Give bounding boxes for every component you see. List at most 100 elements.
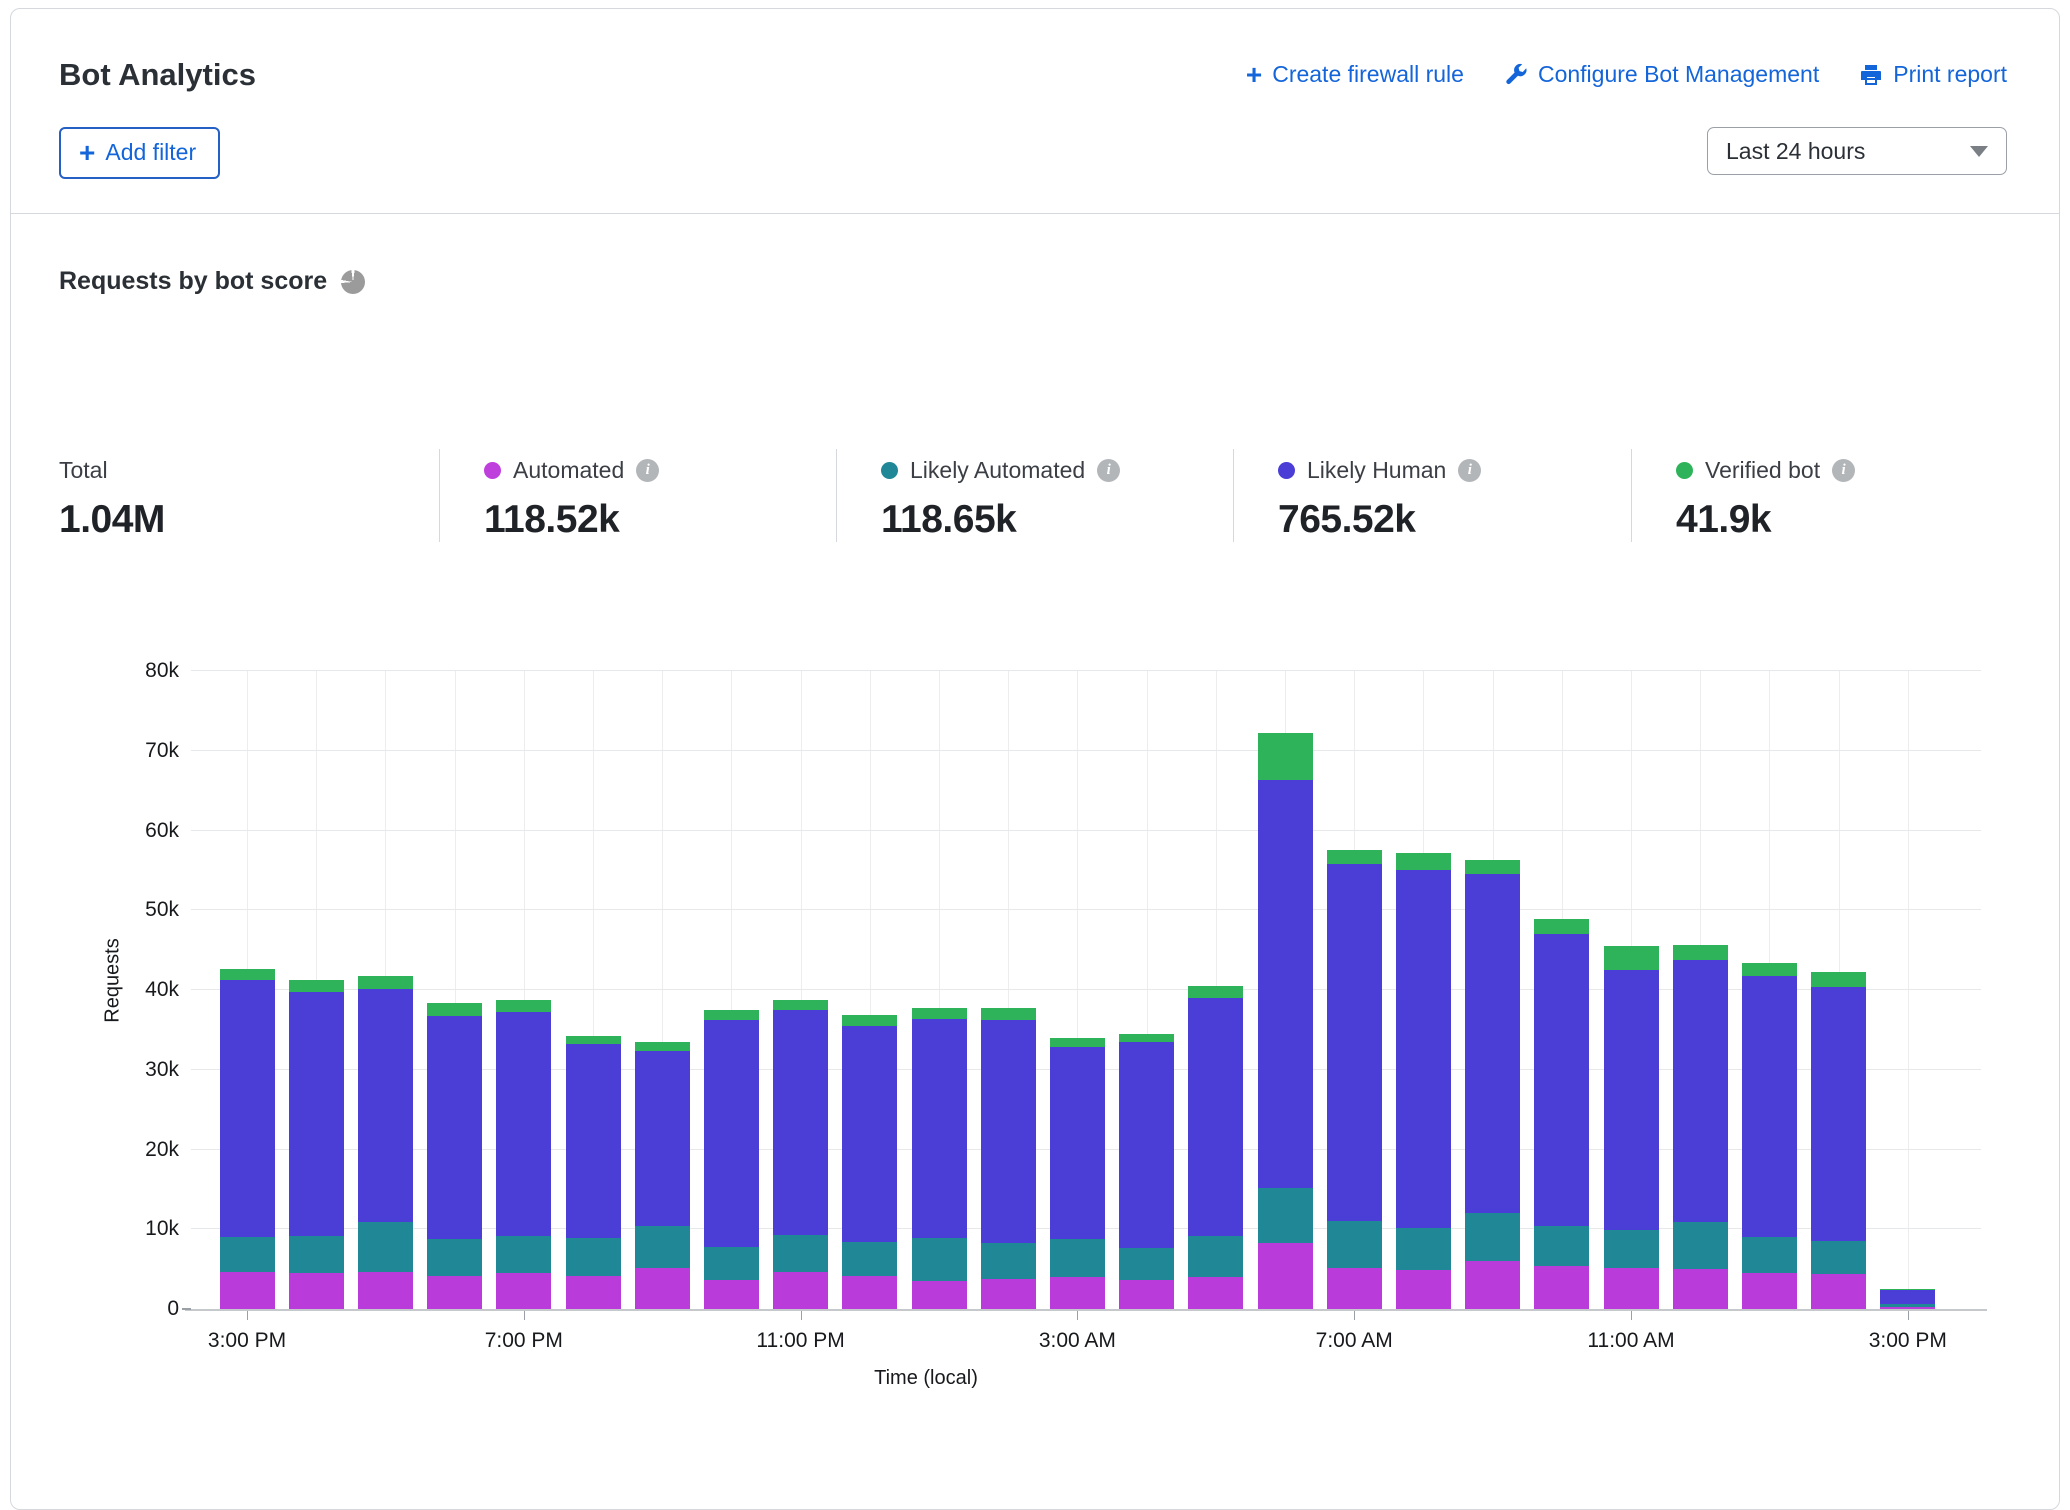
bar-segment-likely-human[interactable] xyxy=(1673,960,1728,1222)
bar-segment-likely-automated[interactable] xyxy=(1534,1226,1589,1266)
bar-segment-automated[interactable] xyxy=(842,1276,897,1309)
bar-segment-verified-bot[interactable] xyxy=(704,1010,759,1020)
bar-6-00-pm[interactable] xyxy=(427,1003,482,1309)
bar-segment-verified-bot[interactable] xyxy=(496,1000,551,1013)
bar-segment-verified-bot[interactable] xyxy=(1534,919,1589,934)
bar-segment-automated[interactable] xyxy=(1604,1268,1659,1309)
bar-segment-likely-human[interactable] xyxy=(842,1026,897,1242)
bar-6-00-am[interactable] xyxy=(1258,733,1313,1309)
bar-segment-likely-human[interactable] xyxy=(912,1019,967,1238)
bar-1-00-am[interactable] xyxy=(912,1008,967,1309)
bar-segment-verified-bot[interactable] xyxy=(1465,860,1520,874)
bar-segment-verified-bot[interactable] xyxy=(1258,733,1313,780)
bar-11-00-pm[interactable] xyxy=(773,1000,828,1309)
bar-segment-likely-automated[interactable] xyxy=(1673,1222,1728,1269)
bar-segment-automated[interactable] xyxy=(1811,1274,1866,1309)
bar-4-00-am[interactable] xyxy=(1119,1034,1174,1309)
bar-segment-verified-bot[interactable] xyxy=(1119,1034,1174,1042)
bar-segment-automated[interactable] xyxy=(1327,1268,1382,1309)
bar-segment-verified-bot[interactable] xyxy=(566,1036,621,1045)
bar-segment-verified-bot[interactable] xyxy=(1327,850,1382,864)
bar-3-00-pm[interactable] xyxy=(220,969,275,1309)
bar-segment-likely-automated[interactable] xyxy=(1327,1221,1382,1267)
bar-2-00-am[interactable] xyxy=(981,1008,1036,1309)
bar-segment-automated[interactable] xyxy=(1258,1243,1313,1309)
bar-7-00-pm[interactable] xyxy=(496,1000,551,1309)
bar-segment-likely-automated[interactable] xyxy=(912,1238,967,1281)
bar-segment-automated[interactable] xyxy=(289,1273,344,1309)
create-firewall-rule-link[interactable]: + Create firewall rule xyxy=(1246,61,1464,88)
bar-segment-likely-human[interactable] xyxy=(358,989,413,1222)
bar-segment-likely-human[interactable] xyxy=(1119,1042,1174,1249)
info-icon[interactable]: i xyxy=(1832,459,1855,482)
bar-segment-likely-human[interactable] xyxy=(1258,780,1313,1188)
bar-segment-automated[interactable] xyxy=(1742,1273,1797,1309)
bar-segment-automated[interactable] xyxy=(1396,1270,1451,1309)
bar-segment-verified-bot[interactable] xyxy=(912,1008,967,1018)
bar-11-00-am[interactable] xyxy=(1604,946,1659,1309)
bar-segment-verified-bot[interactable] xyxy=(842,1015,897,1026)
bar-segment-automated[interactable] xyxy=(1119,1280,1174,1309)
bar-segment-likely-human[interactable] xyxy=(1465,874,1520,1213)
bar-segment-automated[interactable] xyxy=(912,1281,967,1309)
bar-segment-likely-automated[interactable] xyxy=(1119,1248,1174,1280)
bar-segment-verified-bot[interactable] xyxy=(1673,945,1728,959)
print-report-link[interactable]: Print report xyxy=(1859,61,2007,88)
bar-segment-likely-human[interactable] xyxy=(289,992,344,1237)
bar-segment-likely-automated[interactable] xyxy=(1742,1237,1797,1273)
bar-segment-likely-automated[interactable] xyxy=(635,1226,690,1267)
bar-7-00-am[interactable] xyxy=(1327,850,1382,1309)
bar-segment-automated[interactable] xyxy=(1050,1277,1105,1309)
bar-segment-likely-automated[interactable] xyxy=(427,1239,482,1276)
bar-segment-automated[interactable] xyxy=(427,1276,482,1309)
bar-segment-likely-human[interactable] xyxy=(1811,987,1866,1241)
bar-segment-likely-human[interactable] xyxy=(1604,970,1659,1230)
bar-segment-likely-human[interactable] xyxy=(635,1051,690,1226)
bar-segment-likely-human[interactable] xyxy=(1534,934,1589,1226)
bar-10-00-pm[interactable] xyxy=(704,1010,759,1309)
bar-12-00-am[interactable] xyxy=(842,1015,897,1309)
bar-segment-likely-human[interactable] xyxy=(1327,864,1382,1221)
bar-5-00-am[interactable] xyxy=(1188,986,1243,1309)
bar-segment-verified-bot[interactable] xyxy=(773,1000,828,1010)
bar-segment-automated[interactable] xyxy=(635,1268,690,1309)
bar-segment-verified-bot[interactable] xyxy=(1188,986,1243,998)
bar-segment-likely-automated[interactable] xyxy=(1050,1239,1105,1277)
bar-9-00-pm[interactable] xyxy=(635,1042,690,1309)
bar-segment-automated[interactable] xyxy=(1673,1269,1728,1309)
info-icon[interactable]: i xyxy=(1458,459,1481,482)
bar-segment-automated[interactable] xyxy=(1534,1266,1589,1309)
bar-12-00-pm[interactable] xyxy=(1673,945,1728,1309)
bar-segment-automated[interactable] xyxy=(496,1273,551,1309)
bar-segment-likely-automated[interactable] xyxy=(842,1242,897,1276)
bar-segment-likely-human[interactable] xyxy=(427,1016,482,1239)
bar-segment-likely-human[interactable] xyxy=(1742,976,1797,1237)
time-range-dropdown[interactable]: Last 24 hours xyxy=(1707,127,2007,175)
bar-segment-verified-bot[interactable] xyxy=(635,1042,690,1051)
bar-3-00-pm[interactable] xyxy=(1880,1289,1935,1309)
bar-segment-automated[interactable] xyxy=(704,1280,759,1309)
bar-segment-automated[interactable] xyxy=(1188,1277,1243,1309)
bar-segment-likely-automated[interactable] xyxy=(1396,1228,1451,1269)
bar-segment-likely-automated[interactable] xyxy=(496,1236,551,1273)
bar-segment-likely-automated[interactable] xyxy=(1465,1213,1520,1261)
bar-8-00-pm[interactable] xyxy=(566,1036,621,1310)
bar-segment-automated[interactable] xyxy=(773,1272,828,1309)
configure-bot-management-link[interactable]: Configure Bot Management xyxy=(1504,61,1819,88)
bar-segment-likely-automated[interactable] xyxy=(289,1236,344,1273)
bar-9-00-am[interactable] xyxy=(1465,860,1520,1309)
bar-segment-likely-automated[interactable] xyxy=(1188,1236,1243,1277)
bar-3-00-am[interactable] xyxy=(1050,1038,1105,1309)
info-icon[interactable]: i xyxy=(1097,459,1120,482)
bar-segment-verified-bot[interactable] xyxy=(289,980,344,991)
bar-segment-likely-automated[interactable] xyxy=(1258,1188,1313,1243)
bar-segment-likely-automated[interactable] xyxy=(220,1237,275,1272)
bar-segment-likely-human[interactable] xyxy=(1050,1047,1105,1238)
bar-segment-likely-automated[interactable] xyxy=(981,1243,1036,1279)
add-filter-button[interactable]: + Add filter xyxy=(59,127,220,179)
bar-segment-automated[interactable] xyxy=(1465,1261,1520,1309)
bar-2-00-pm[interactable] xyxy=(1811,972,1866,1309)
bar-segment-likely-automated[interactable] xyxy=(566,1238,621,1276)
bar-segment-automated[interactable] xyxy=(981,1279,1036,1309)
bar-segment-likely-human[interactable] xyxy=(1396,870,1451,1229)
